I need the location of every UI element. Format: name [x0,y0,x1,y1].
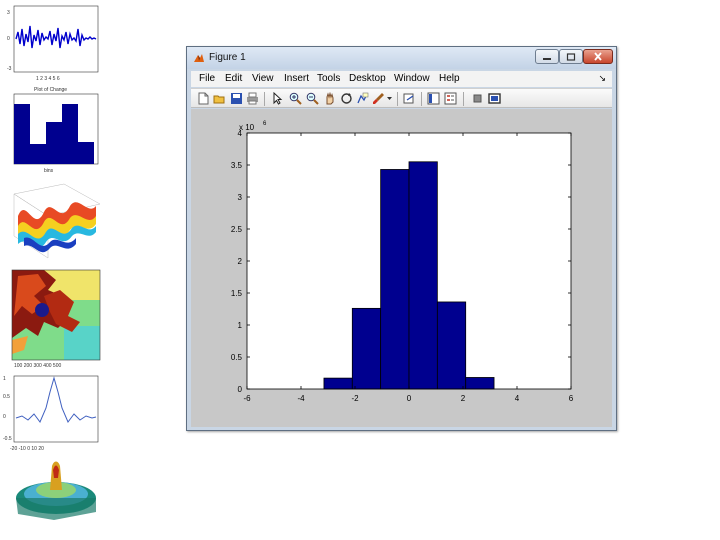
hide-plot-tools-icon[interactable] [471,92,484,105]
menu-bar: File Edit View Insert Tools Desktop Wind… [191,71,612,87]
svg-text:Plot of Change: Plot of Change [34,87,67,93]
svg-text:0: 0 [7,36,10,42]
menu-help[interactable]: Help [439,73,460,84]
window-title: Figure 1 [209,52,246,63]
svg-text:1 2 3 4 5 6: 1 2 3 4 5 6 [36,76,60,82]
maximize-button[interactable] [559,49,583,64]
matlab-logo-icon [194,54,204,62]
histogram-bar [380,169,410,390]
pan-icon[interactable] [323,92,336,105]
menu-desktop[interactable]: Desktop [349,73,386,84]
svg-text:100 200 300 400 500: 100 200 300 400 500 [14,363,61,369]
y-exponent-power: 6 [263,121,267,127]
figure-toolbar [191,88,612,108]
thumbnail-signal-plot: 3 0 -3 1 2 3 4 5 6 [7,5,99,82]
menu-tools[interactable]: Tools [317,73,340,84]
histogram-bar [465,377,495,390]
thumbnail-sombrero-surface [16,461,96,520]
menu-overflow-arrow-icon[interactable]: ↘ [598,73,606,84]
y-tick-label: 0.5 [231,353,243,362]
x-tick-label: 2 [461,394,466,403]
new-figure-icon[interactable] [197,92,210,105]
histogram-bar [351,307,382,390]
y-tick-label: 2 [238,257,243,266]
histogram-bar [408,161,438,390]
figure-canvas[interactable]: -6 -4 -2 0 2 4 6 0 0.5 1 1.5 2 2.5 3 3.5 4 x 10 6 [191,109,612,427]
menu-file[interactable]: File [199,73,215,84]
menu-view[interactable]: View [252,73,274,84]
menu-edit[interactable]: Edit [225,73,242,84]
x-tick-label: -2 [351,394,359,403]
dropdown-arrow-icon[interactable] [386,92,393,105]
figure-window[interactable]: Figure 1 File Edit View Insert Tools Des… [186,46,617,431]
legend-icon[interactable] [444,92,457,105]
pointer-icon[interactable] [271,92,284,105]
y-tick-label: 0 [238,385,243,394]
toolbar-separator [264,92,265,106]
x-tick-label: -6 [243,394,251,403]
y-exponent-label: x 10 [239,123,255,132]
svg-text:-3: -3 [7,66,12,72]
link-plot-icon[interactable] [403,92,416,105]
toolbar-separator [463,92,464,106]
y-tick-label: 2.5 [231,225,243,234]
menu-window[interactable]: Window [394,73,430,84]
svg-text:-20 -10 0 10 20: -20 -10 0 10 20 [10,446,44,452]
y-tick-label: 3 [238,193,243,202]
thumbnail-3d-surface-plot [13,183,101,259]
close-icon [594,52,602,61]
histogram-chart[interactable]: -6 -4 -2 0 2 4 6 00.511.522.533.54 x 10 6 [191,109,612,427]
brush-icon[interactable] [372,92,385,105]
thumbnail-fractal-image: 100 200 300 400 500 [11,269,101,369]
maximize-icon [566,52,576,61]
save-icon[interactable] [230,92,243,105]
colorbar-icon[interactable] [427,92,440,105]
toolbar-separator [421,92,422,106]
y-tick-label: 1 [238,321,243,330]
x-tick-label: 0 [407,394,412,403]
svg-text:0: 0 [3,414,6,420]
data-cursor-icon[interactable] [356,92,369,105]
histogram-bar [323,377,353,390]
zoom-in-icon[interactable] [289,92,302,105]
minimize-icon [543,57,551,60]
menu-insert[interactable]: Insert [284,73,309,84]
svg-text:3: 3 [7,10,10,16]
toolbar-separator [397,92,398,106]
y-tick-label: 1.5 [231,289,243,298]
title-bar[interactable]: Figure 1 [187,47,616,69]
close-button[interactable] [583,49,613,64]
x-tick-label: 4 [515,394,520,403]
print-icon[interactable] [246,92,259,105]
minimize-button[interactable] [535,49,559,64]
svg-text:bins: bins [44,168,54,174]
x-tick-label: 6 [569,394,574,403]
show-plot-tools-icon[interactable] [488,92,501,105]
rotate-3d-icon[interactable] [340,92,353,105]
histogram-bar [436,301,467,390]
thumbnail-sinc-plot: 1 0.5 0 -0.5 -20 -10 0 10 20 [3,375,99,452]
thumbnail-histogram-plot: Plot of Change bins [13,87,99,174]
zoom-out-icon[interactable] [306,92,319,105]
svg-text:0.5: 0.5 [3,394,10,400]
x-tick-label: -4 [297,394,305,403]
svg-text:1: 1 [3,376,6,382]
open-file-icon[interactable] [213,92,226,105]
y-tick-label: 3.5 [231,161,243,170]
svg-text:-0.5: -0.5 [3,436,12,442]
